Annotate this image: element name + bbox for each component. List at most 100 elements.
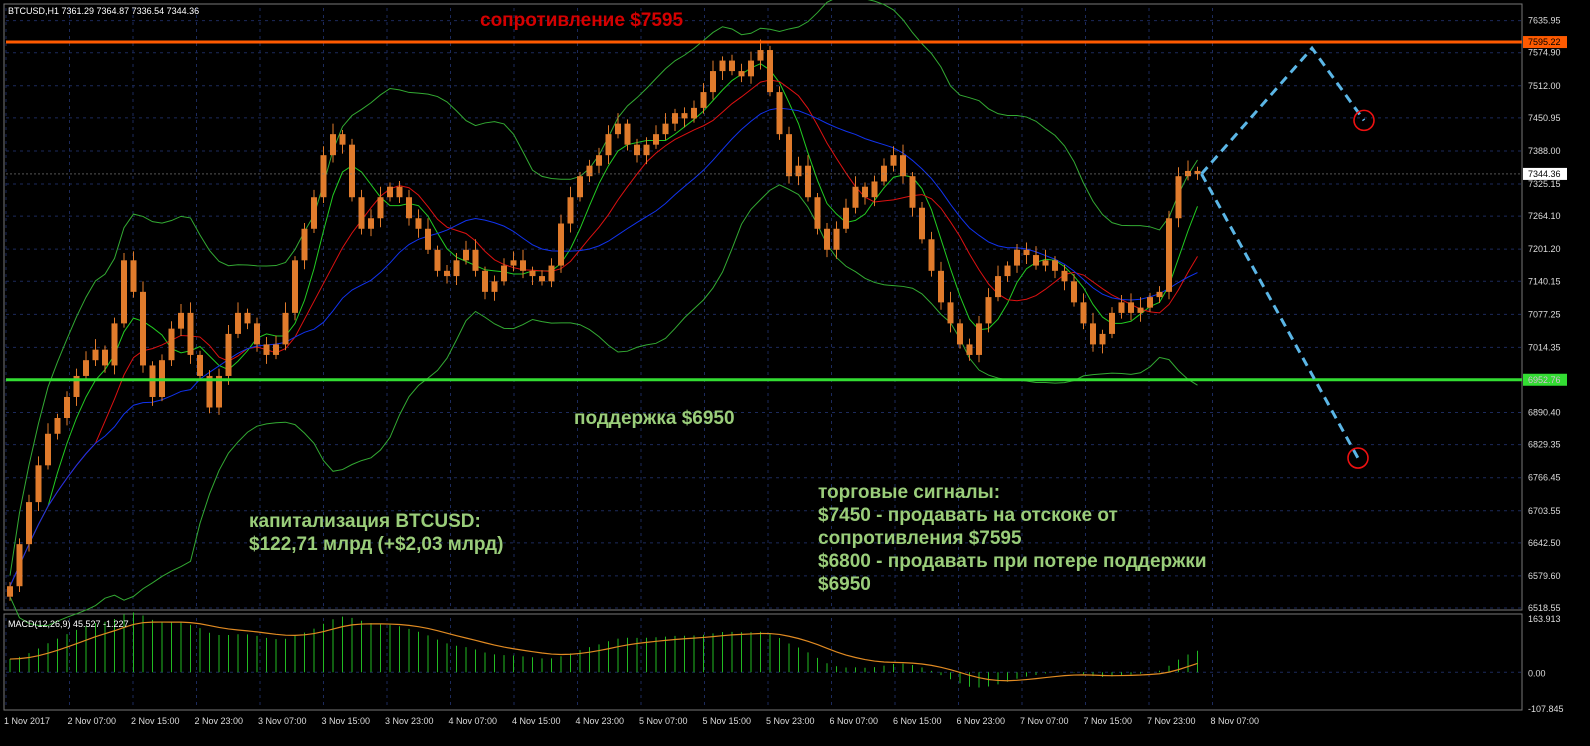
signal-line-2: сопротивления $7595	[818, 528, 1022, 549]
candle-body	[396, 186, 403, 198]
candle-body	[491, 281, 498, 292]
candle-body	[966, 344, 973, 355]
candle-body	[757, 50, 764, 61]
candle-body	[1090, 323, 1096, 345]
candle-body	[928, 239, 935, 271]
candle-body	[1014, 249, 1020, 266]
candle-body	[415, 218, 422, 229]
price-tick-label: 7450.95	[1528, 113, 1561, 123]
price-tick-label: 6952.76	[1528, 375, 1561, 385]
candle-body	[83, 360, 89, 376]
candle-body	[957, 323, 963, 345]
signal-line-3: $6800 - продавать при потере поддержки	[818, 551, 1207, 572]
candle-body	[1052, 260, 1058, 271]
candle-body	[377, 197, 384, 219]
candle-body	[672, 113, 678, 124]
signal-line-1: $7450 - продавать на отскоке от	[818, 505, 1118, 526]
candle-body	[358, 197, 365, 229]
candle-body	[1061, 270, 1068, 282]
candle-body	[273, 344, 279, 355]
candle-body	[425, 228, 431, 250]
support-label: поддержка $6950	[574, 408, 735, 429]
macd-header: MACD(12,26,9) 45.527 -1.227	[8, 619, 129, 629]
candle-body	[700, 92, 707, 108]
candle-body	[1004, 265, 1011, 277]
candle-body	[548, 265, 555, 282]
candle-body	[596, 155, 602, 166]
candle-body	[871, 181, 878, 198]
candle-body	[1109, 312, 1115, 334]
candle-body	[140, 291, 146, 366]
candle-body	[235, 312, 241, 334]
candle-body	[995, 276, 1001, 298]
candle-body	[767, 50, 773, 93]
candle-body	[786, 134, 792, 177]
candle-body	[406, 197, 412, 219]
candle-body	[434, 249, 441, 271]
candle-body	[311, 197, 317, 229]
candle-body	[795, 165, 802, 177]
price-tick-label: 7574.90	[1528, 48, 1561, 58]
candle-body	[681, 113, 688, 119]
capitalization-title: капитализация BTCUSD:	[249, 511, 481, 532]
candle-body	[919, 207, 925, 240]
candle-body	[1137, 307, 1144, 313]
candle-body	[748, 60, 754, 77]
candle-body	[64, 396, 70, 419]
price-chart: 7595.22 6952.76 7344.36 7635.95 7574.90 7512…	[0, 0, 1590, 746]
time-tick-label: 5 Nov 23:00	[766, 716, 815, 726]
price-tick-label: 7201.20	[1528, 244, 1561, 254]
candle-body	[463, 249, 469, 261]
candle-body	[881, 165, 887, 182]
candle-body	[197, 354, 203, 376]
time-tick-label: 4 Nov 15:00	[512, 716, 561, 726]
candle-body	[510, 260, 517, 266]
time-tick-label: 7 Nov 07:00	[1020, 716, 1069, 726]
candle-body	[301, 228, 308, 261]
candle-body	[339, 134, 346, 145]
time-tick-label: 3 Nov 15:00	[322, 716, 371, 726]
time-tick-label: 5 Nov 15:00	[703, 716, 752, 726]
candle-body	[387, 186, 393, 198]
candle-body	[1147, 297, 1153, 308]
candle-body	[833, 228, 840, 250]
candle-body	[852, 186, 859, 208]
candle-body	[482, 270, 488, 292]
candle-body	[1071, 281, 1077, 303]
candle-body	[1033, 255, 1039, 266]
candle-body	[985, 297, 992, 324]
current-price-tag: 7344.36	[1528, 169, 1561, 179]
time-tick-label: 8 Nov 07:00	[1211, 716, 1260, 726]
candle-body	[178, 312, 184, 329]
candle-body	[900, 155, 906, 177]
price-tick-label: 6642.50	[1528, 538, 1561, 548]
candle-body	[738, 71, 745, 77]
capitalization-block: капитализация BTCUSD: $122,71 млрд (+$2,…	[249, 510, 503, 556]
time-tick-label: 5 Nov 07:00	[639, 716, 688, 726]
candle-body	[814, 197, 821, 229]
macd-tick-label: 163.913	[1528, 614, 1561, 624]
price-tick-label: 7077.25	[1528, 309, 1561, 319]
signal-line-4: $6950	[818, 574, 871, 595]
candle-body	[453, 260, 460, 277]
time-tick-label: 3 Nov 23:00	[385, 716, 434, 726]
candle-body	[225, 333, 232, 376]
candle-body	[111, 323, 118, 366]
candle-body	[1156, 291, 1163, 298]
symbol-header: BTCUSD,H1 7361.29 7364.87 7336.54 7344.3…	[8, 6, 200, 16]
candle-body	[1042, 260, 1049, 266]
time-tick-label: 6 Nov 23:00	[957, 716, 1006, 726]
time-tick-label: 6 Nov 15:00	[893, 716, 942, 726]
time-tick-label: 2 Nov 15:00	[131, 716, 180, 726]
candle-body	[187, 312, 194, 355]
price-tick-label: 6890.40	[1528, 408, 1561, 418]
candle-body	[130, 260, 137, 292]
candle-body	[121, 260, 127, 324]
candle-body	[729, 60, 735, 72]
candle-body	[35, 465, 42, 503]
price-tick-label: 7014.35	[1528, 342, 1561, 352]
candle-body	[282, 312, 289, 345]
candle-body	[244, 312, 251, 324]
price-tick-label: 7140.15	[1528, 276, 1561, 286]
candle-body	[653, 134, 659, 145]
